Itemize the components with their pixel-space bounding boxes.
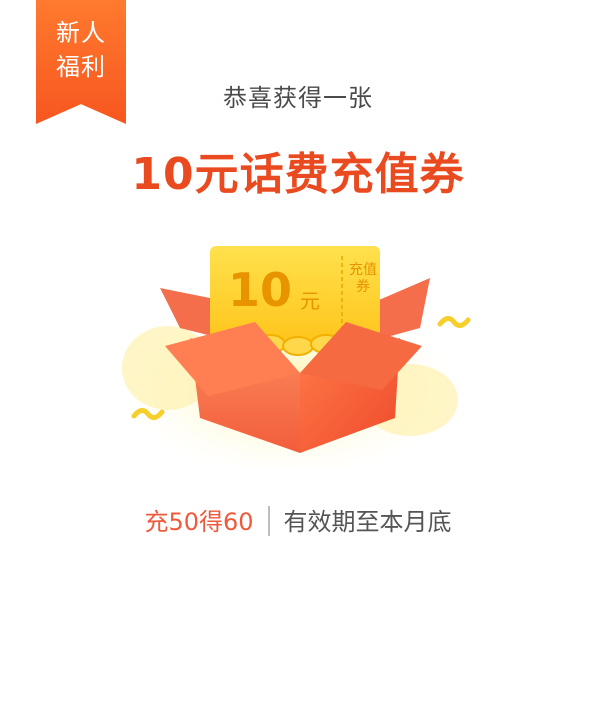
coupon-amount: 10 [228, 263, 293, 317]
ribbon-line-1: 新人 [56, 19, 106, 47]
coupon-info: 充50得60 有效期至本月底 [0, 502, 596, 537]
congrats-subtitle: 恭喜获得一张 [223, 84, 373, 112]
coin-2 [282, 336, 314, 356]
coupon-title: 10元话费充值券 [131, 149, 465, 200]
ribbon-text: 新人 福利 [36, 16, 126, 84]
squiggle-right [437, 316, 471, 328]
coupon-stub-line-2: 券 [356, 279, 370, 295]
validity-text: 有效期至本月底 [283, 508, 452, 536]
promo-text: 充50得60 [144, 508, 254, 536]
gift-box-illustration [120, 246, 471, 468]
coupon-stub-line-1: 充值 [349, 262, 377, 278]
info-divider [267, 506, 270, 536]
coupon-unit: 元 [300, 289, 320, 313]
coupon-stub-text: 充值 券 [348, 262, 378, 296]
